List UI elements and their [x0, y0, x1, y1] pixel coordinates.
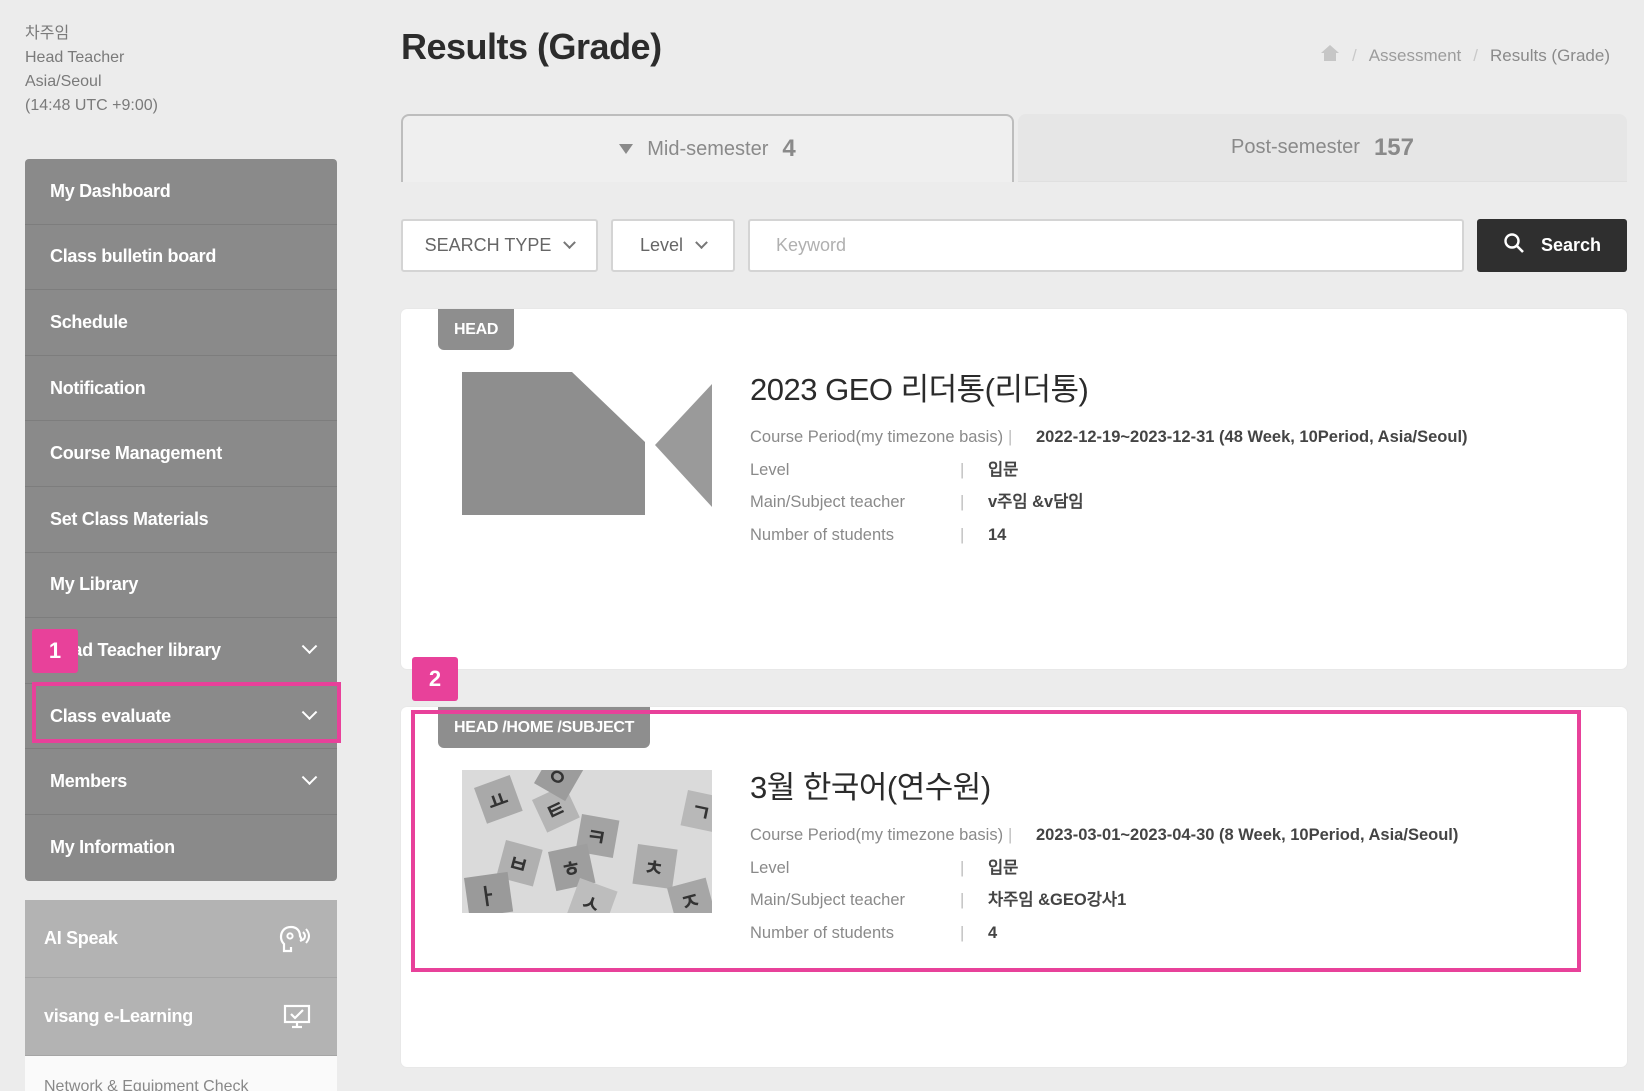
- user-timezone: Asia/Seoul: [25, 73, 102, 90]
- meta-row-teacher: Main/Subject teacher | v주임 &v담임: [750, 486, 1468, 519]
- monitor-check-icon: [283, 1004, 311, 1030]
- sidebar-item-label: Notification: [50, 377, 146, 398]
- user-info: 차주임 Head Teacher Asia/Seoul (14:48 UTC +…: [25, 22, 158, 118]
- meta-value: 입문: [988, 460, 1019, 479]
- sidebar-item-members[interactable]: Members: [25, 749, 337, 815]
- meta-label: Course Period(my timezone basis): [750, 428, 1004, 446]
- sidebar-nav: My Dashboard Class bulletin board Schedu…: [25, 159, 337, 881]
- highlight-course-card: [411, 710, 1581, 972]
- tool-ai-speak[interactable]: AI Speak: [25, 900, 337, 978]
- breadcrumb-current: Results (Grade): [1490, 45, 1610, 65]
- tab-mid-semester[interactable]: Mid-semester 4: [401, 114, 1014, 182]
- sidebar-item-notification[interactable]: Notification: [25, 356, 337, 422]
- meta-value: 14: [988, 525, 1007, 544]
- chevron-down-icon: [301, 638, 318, 654]
- sidebar-item-class-bulletin-board[interactable]: Class bulletin board: [25, 225, 337, 291]
- keyword-input[interactable]: [748, 219, 1464, 272]
- tool-label: visang e-Learning: [44, 1006, 193, 1026]
- search-button[interactable]: Search: [1477, 219, 1627, 272]
- search-button-label: Search: [1540, 235, 1602, 255]
- ai-speak-icon: [277, 924, 311, 954]
- sidebar-item-my-library[interactable]: My Library: [25, 553, 337, 619]
- meta-divider: |: [960, 525, 965, 544]
- tool-visang-e-learning[interactable]: visang e-Learning: [25, 978, 337, 1056]
- meta-row-level: Level | 입문: [750, 454, 1468, 487]
- annotation-marker-2: 2: [412, 657, 458, 701]
- sidebar-item-my-information[interactable]: My Information: [25, 815, 337, 881]
- tab-count: 157: [1373, 133, 1414, 161]
- tool-label: AI Speak: [44, 928, 118, 948]
- tool-network-check[interactable]: Network & Equipment Check: [25, 1056, 337, 1091]
- sidebar-item-course-management[interactable]: Course Management: [25, 421, 337, 487]
- course-thumbnail: [462, 372, 712, 515]
- course-meta: Course Period(my timezone basis) | 2022-…: [750, 421, 1468, 551]
- meta-label: Main/Subject teacher: [750, 493, 906, 511]
- tab-post-semester[interactable]: Post-semester 157: [1018, 114, 1627, 182]
- sidebar-item-label: Schedule: [50, 311, 128, 332]
- breadcrumb: / Assessment / Results (Grade): [1320, 44, 1610, 67]
- meta-divider: |: [960, 460, 965, 479]
- sidebar-item-set-class-materials[interactable]: Set Class Materials: [25, 487, 337, 553]
- meta-row-period: Course Period(my timezone basis) | 2022-…: [750, 421, 1468, 454]
- tab-count: 4: [782, 135, 796, 162]
- page-title: Results (Grade): [401, 26, 662, 67]
- sidebar-item-label: Class bulletin board: [50, 246, 217, 267]
- tool-label: Network & Equipment Check: [44, 1078, 249, 1091]
- home-icon[interactable]: [1320, 44, 1340, 67]
- sidebar-item-label: Course Management: [50, 443, 222, 464]
- meta-label: Number of students: [750, 525, 894, 544]
- breadcrumb-separator: /: [1473, 45, 1479, 65]
- annotation-marker-1: 1: [32, 629, 78, 673]
- meta-label: Level: [750, 460, 790, 479]
- user-name: 차주임: [25, 25, 70, 42]
- search-filters: SEARCH TYPE Level Search: [401, 219, 1627, 272]
- semester-tabs: Mid-semester 4 Post-semester 157: [401, 114, 1627, 182]
- sidebar-item-schedule[interactable]: Schedule: [25, 290, 337, 356]
- meta-value: 2022-12-19~2023-12-31 (48 Week, 10Period…: [1036, 428, 1468, 446]
- search-type-select[interactable]: SEARCH TYPE: [401, 219, 598, 272]
- user-role: Head Teacher: [25, 49, 125, 66]
- tab-label: Mid-semester: [647, 137, 769, 160]
- sidebar-item-label: Set Class Materials: [50, 508, 209, 529]
- triangle-down-icon: [619, 144, 634, 154]
- sidebar-item-label: My Library: [50, 574, 139, 595]
- sidebar-item-label: My Dashboard: [50, 180, 171, 201]
- sidebar-tools: AI Speak visang e-Learning Network & Equ…: [25, 900, 337, 1091]
- breadcrumb-item[interactable]: Assessment: [1369, 46, 1462, 66]
- meta-row-students: Number of students | 14: [750, 519, 1468, 552]
- meta-value: v주임 &v담임: [988, 493, 1084, 511]
- meta-divider: |: [960, 493, 965, 511]
- course-card[interactable]: HEAD 2023 GEO 리더통(리더통) Course Period(my …: [401, 309, 1627, 669]
- user-time: (14:48 UTC +9:00): [25, 97, 158, 114]
- chevron-down-icon: [695, 236, 708, 250]
- breadcrumb-separator: /: [1351, 45, 1357, 65]
- select-value: SEARCH TYPE: [424, 235, 552, 255]
- course-title[interactable]: 2023 GEO 리더통(리더통): [750, 364, 1089, 409]
- course-role-tag: HEAD: [438, 309, 515, 350]
- tab-label: Post-semester: [1231, 136, 1360, 158]
- meta-divider: |: [1008, 428, 1013, 446]
- chevron-down-icon: [563, 236, 577, 250]
- search-icon: [1503, 232, 1525, 259]
- sidebar-item-my-dashboard[interactable]: My Dashboard: [25, 159, 337, 225]
- sidebar-item-label: My Information: [50, 837, 175, 858]
- sidebar-item-label: Members: [50, 771, 127, 792]
- chevron-down-icon: [301, 769, 318, 786]
- select-value: Level: [639, 235, 684, 255]
- highlight-class-evaluate: [32, 682, 341, 743]
- level-select[interactable]: Level: [611, 219, 735, 272]
